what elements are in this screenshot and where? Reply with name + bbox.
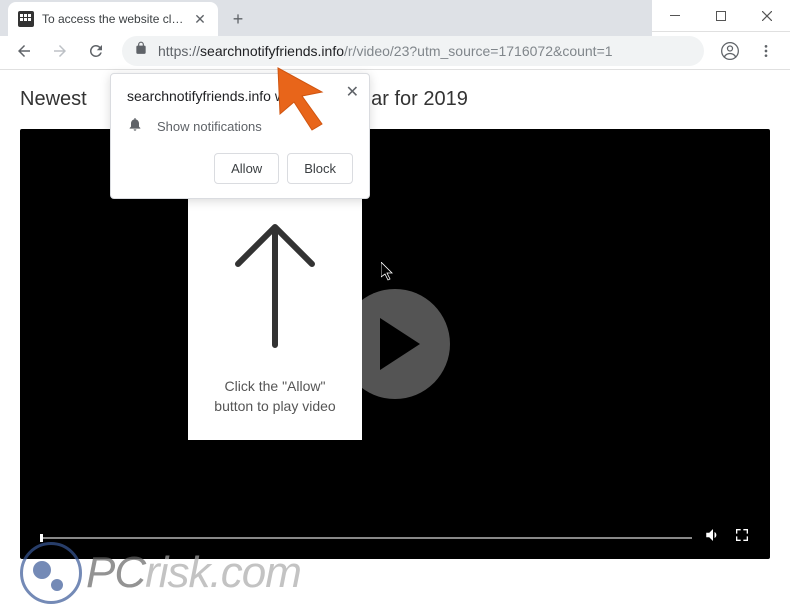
profile-button[interactable] <box>714 35 746 67</box>
progress-marker <box>40 534 43 542</box>
watermark-text: PCrisk.com <box>86 548 301 598</box>
back-arrow-icon <box>15 42 33 60</box>
browser-toolbar: https://searchnotifyfriends.info/r/video… <box>0 32 790 70</box>
page-title-fragment: lar for 2019 <box>367 88 468 111</box>
maximize-button[interactable] <box>698 0 744 32</box>
url-text: https://searchnotifyfriends.info/r/video… <box>158 43 613 59</box>
close-window-button[interactable] <box>744 0 790 32</box>
watermark-text-part1: PC <box>86 548 145 597</box>
browser-tab[interactable]: To access the website click the "A ✕ <box>8 2 218 36</box>
bell-icon <box>127 116 143 137</box>
back-button[interactable] <box>8 35 40 67</box>
watermark-logo: PCrisk.com <box>20 542 301 604</box>
window-controls <box>652 0 790 32</box>
reload-button[interactable] <box>80 35 112 67</box>
maximize-icon <box>716 11 726 21</box>
url-path: /r/video/23?utm_source=1716072&count=1 <box>344 43 613 59</box>
lock-icon <box>134 41 148 60</box>
window-titlebar: To access the website click the "A ✕ + <box>0 0 790 32</box>
newest-label: Newest <box>20 88 87 111</box>
reload-icon <box>87 42 105 60</box>
instruction-card: Click the "Allow" button to play video <box>188 196 362 440</box>
close-icon <box>762 11 772 21</box>
allow-button[interactable]: Allow <box>214 153 279 184</box>
popup-message-text: Show notifications <box>157 119 262 134</box>
up-arrow-icon <box>230 219 320 349</box>
tab-title: To access the website click the "A <box>42 12 184 26</box>
watermark-text-part2: risk.com <box>145 548 301 597</box>
popup-close-icon[interactable]: ✕ <box>346 82 359 102</box>
popup-button-row: Allow Block <box>127 153 353 184</box>
tab-favicon-icon <box>18 11 34 27</box>
profile-icon <box>720 41 740 61</box>
fullscreen-icon[interactable] <box>734 527 750 548</box>
new-tab-button[interactable]: + <box>224 5 252 33</box>
forward-button[interactable] <box>44 35 76 67</box>
url-scheme: https:// <box>158 43 200 59</box>
tab-bar: To access the website click the "A ✕ + <box>0 0 652 36</box>
watermark-circle-icon <box>20 542 82 604</box>
kebab-menu-icon <box>758 43 774 59</box>
address-bar[interactable]: https://searchnotifyfriends.info/r/video… <box>122 36 704 66</box>
volume-icon[interactable] <box>704 526 722 549</box>
minimize-button[interactable] <box>652 0 698 32</box>
url-domain: searchnotifyfriends.info <box>200 43 344 59</box>
minimize-icon <box>670 15 680 16</box>
block-button[interactable]: Block <box>287 153 353 184</box>
instruction-text: Click the "Allow" button to play video <box>204 377 346 416</box>
mouse-cursor-icon <box>381 262 395 287</box>
play-icon <box>380 318 420 370</box>
tab-close-icon[interactable]: ✕ <box>192 11 208 27</box>
orange-pointer-arrow-icon <box>272 62 344 139</box>
browser-menu-button[interactable] <box>750 35 782 67</box>
progress-bar[interactable] <box>40 537 692 539</box>
forward-arrow-icon <box>51 42 69 60</box>
